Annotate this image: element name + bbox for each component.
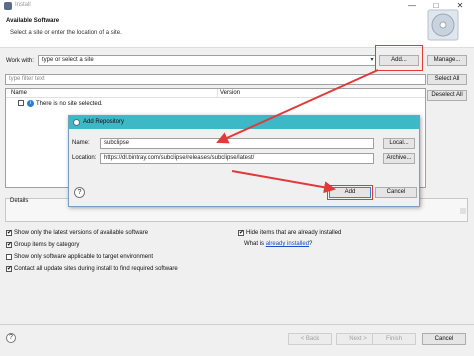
column-name[interactable]: Name bbox=[11, 90, 27, 96]
dialog-title: Add Repository bbox=[83, 119, 125, 125]
option-checkbox-latest[interactable]: ✔ bbox=[6, 230, 12, 236]
what-installed-line: What is already installed? bbox=[244, 241, 312, 247]
tree-row-text: There is no site selected. bbox=[36, 101, 103, 107]
select-all-button[interactable]: Select All bbox=[427, 74, 467, 85]
app-icon bbox=[4, 2, 12, 10]
wizard-header: Available Software Select a site or ente… bbox=[0, 12, 474, 48]
add-repository-dialog: Add Repository Name: subclipse Local... … bbox=[68, 115, 420, 207]
tree-header bbox=[6, 89, 425, 98]
option-checkbox-contact[interactable]: ✔ bbox=[6, 266, 12, 272]
option-label-group: Group items by category bbox=[14, 242, 80, 248]
name-label: Name: bbox=[72, 140, 90, 146]
title-bar: Install — □ ✕ bbox=[0, 0, 474, 12]
option-label-latest: Show only the latest versions of availab… bbox=[14, 230, 149, 236]
column-divider bbox=[217, 89, 218, 98]
cancel-button[interactable]: Cancel bbox=[422, 333, 466, 345]
option-checkbox-group[interactable]: ✔ bbox=[6, 242, 12, 248]
work-with-label: Work with: bbox=[6, 58, 34, 64]
details-scrollbar[interactable] bbox=[460, 208, 466, 214]
dialog-title-bar: Add Repository bbox=[69, 116, 419, 129]
dialog-help-icon[interactable]: ? bbox=[74, 187, 85, 198]
work-with-combo[interactable]: type or select a site bbox=[38, 55, 376, 66]
option-label-target: Show only software applicable to target … bbox=[14, 254, 154, 260]
archive-button[interactable]: Archive... bbox=[383, 153, 415, 164]
location-input[interactable]: https://dl.bintray.com/subclipse/release… bbox=[100, 153, 374, 164]
option-checkbox-target[interactable] bbox=[6, 254, 12, 260]
local-button[interactable]: Local... bbox=[383, 138, 415, 149]
finish-button[interactable]: Finish bbox=[372, 333, 416, 345]
deselect-all-button[interactable]: Deselect All bbox=[427, 90, 467, 101]
option-label-contact: Contact all update sites during install … bbox=[14, 266, 178, 272]
filter-input[interactable]: type filter text bbox=[5, 74, 426, 85]
what-suffix: ? bbox=[309, 241, 313, 247]
dialog-cancel-button[interactable]: Cancel bbox=[375, 187, 417, 198]
banner-cd-icon bbox=[427, 9, 459, 41]
tree-row-checkbox[interactable] bbox=[18, 100, 24, 106]
name-input[interactable]: subclipse bbox=[100, 138, 374, 149]
help-icon[interactable]: ? bbox=[6, 333, 16, 343]
info-icon: i bbox=[27, 100, 34, 107]
page-subheading: Select a site or enter the location of a… bbox=[10, 30, 122, 36]
already-installed-link[interactable]: already installed bbox=[266, 241, 309, 247]
footer-separator bbox=[0, 324, 474, 325]
manage-button[interactable]: Manage... bbox=[427, 55, 467, 66]
column-version[interactable]: Version bbox=[220, 90, 240, 96]
page-heading: Available Software bbox=[6, 18, 60, 24]
what-prefix: What is bbox=[244, 241, 265, 247]
option-checkbox-hide-installed[interactable]: ✔ bbox=[238, 230, 244, 236]
details-label: Details bbox=[10, 198, 29, 204]
window-title: Install bbox=[15, 2, 31, 8]
back-button[interactable]: < Back bbox=[288, 333, 332, 345]
dialog-add-highlight bbox=[327, 185, 373, 200]
dialog-app-icon bbox=[73, 119, 80, 126]
location-label: Location: bbox=[72, 155, 97, 161]
option-label-hide-installed: Hide items that are already installed bbox=[246, 230, 342, 236]
add-site-button[interactable]: Add... bbox=[379, 55, 419, 66]
